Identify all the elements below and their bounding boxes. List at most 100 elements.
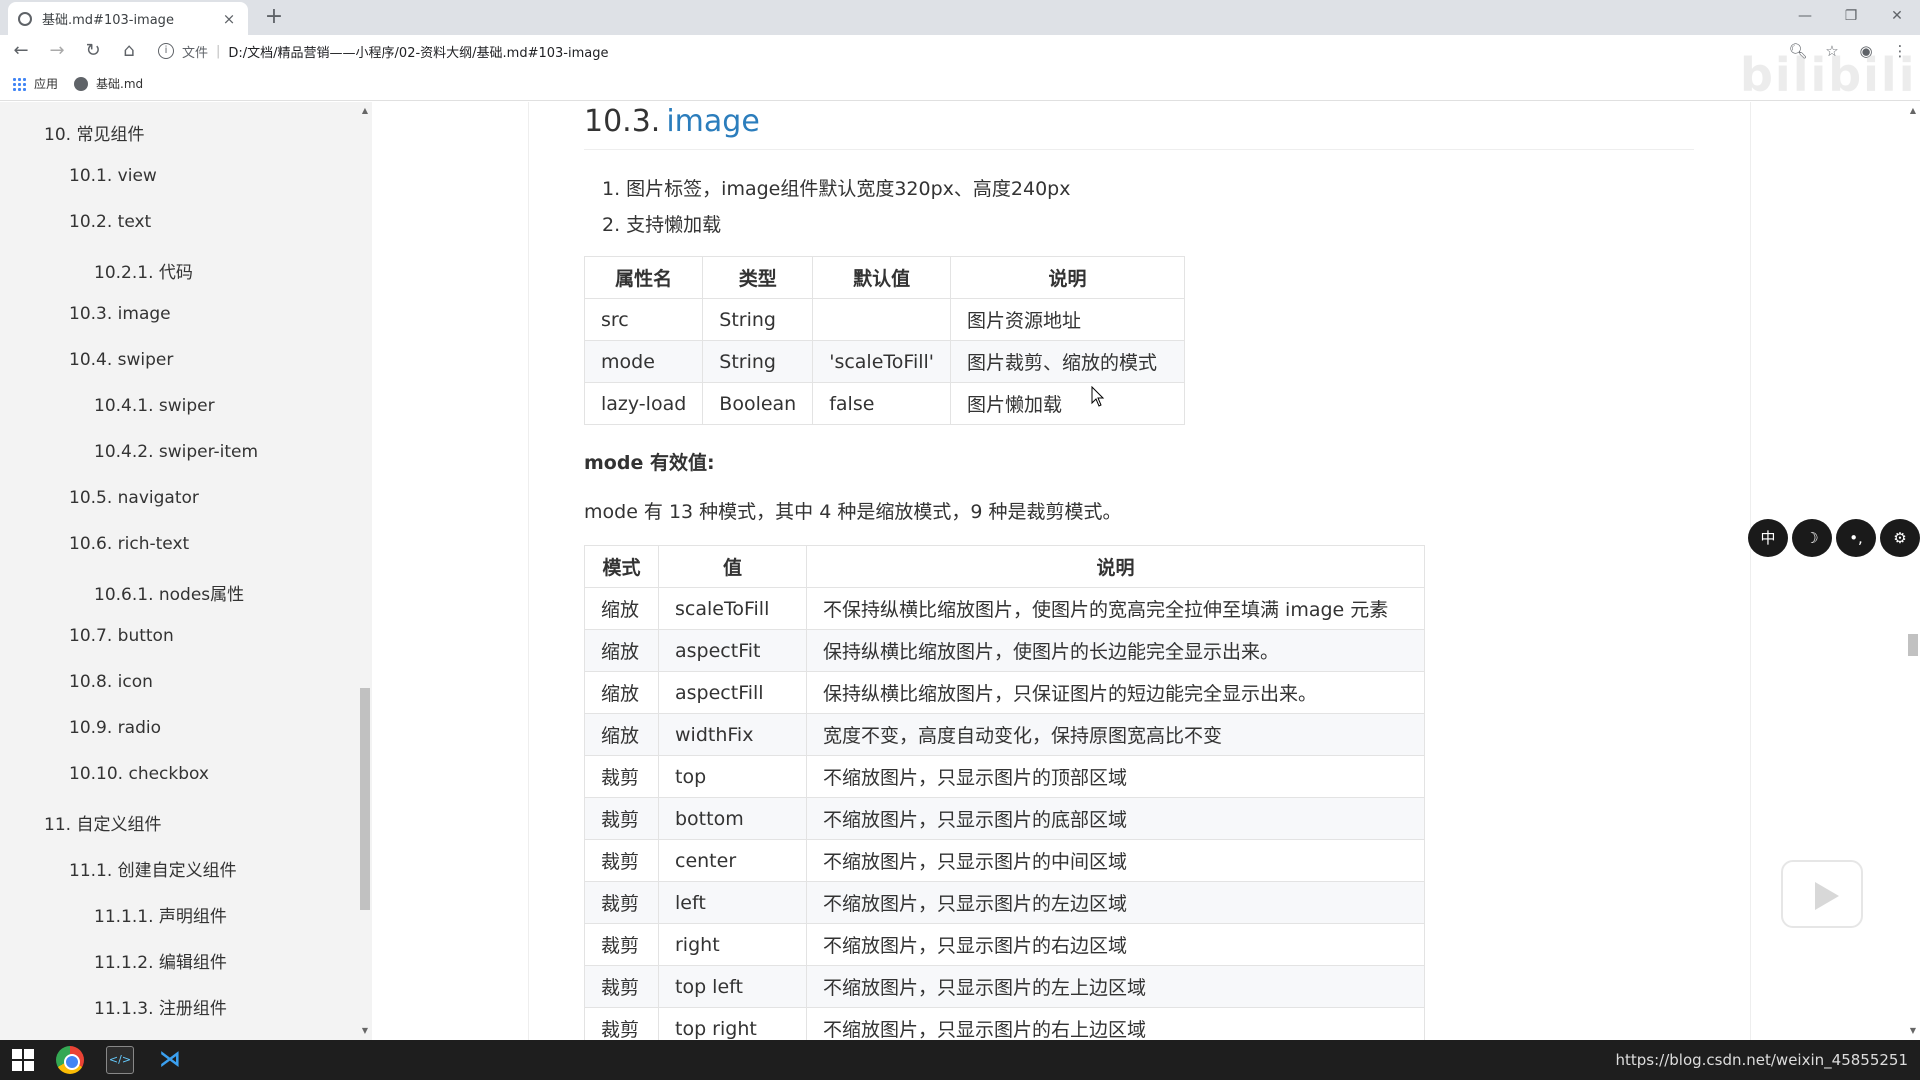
section-heading: 10.3. image <box>584 104 1694 150</box>
bookmark-label: 基础.md <box>96 77 144 91</box>
sidebar-scrollbar[interactable]: ▲ ▼ <box>358 102 372 1040</box>
scroll-down-icon[interactable]: ▼ <box>358 1026 372 1035</box>
toc-item[interactable]: 10.6. rich-text <box>69 534 189 554</box>
table-cell: 裁剪 <box>584 755 659 798</box>
toc-item[interactable]: 10.4. swiper <box>69 350 173 370</box>
table-header: 值 <box>658 545 807 588</box>
toc-item[interactable]: 10.10. checkbox <box>69 764 209 784</box>
mode-title: mode 有效值: <box>584 452 715 474</box>
blog-url-watermark: https://blog.csdn.net/weixin_45855251 <box>1615 1051 1908 1069</box>
toc-item[interactable]: 11. 自定义组件 <box>44 810 161 835</box>
home-icon[interactable]: ⌂ <box>114 37 144 65</box>
table-cell: aspectFit <box>658 629 807 672</box>
toc-item[interactable]: 11.1. 创建自定义组件 <box>69 856 237 881</box>
browser-tab[interactable]: 基础.md#103-image × <box>8 2 248 35</box>
table-cell: center <box>658 839 807 882</box>
globe-icon <box>18 11 32 26</box>
table-cell: 缩放 <box>584 713 659 756</box>
list-item: 1. 图片标签，image组件默认宽度320px、高度240px <box>602 178 1071 200</box>
back-icon[interactable]: ← <box>6 37 36 65</box>
vscode-taskbar-icon[interactable]: ⋊ <box>156 1046 184 1074</box>
table-cell: 缩放 <box>584 587 659 630</box>
reload-icon[interactable]: ↻ <box>78 37 108 65</box>
toc-item[interactable]: 10.2. text <box>69 212 151 232</box>
table-cell: 保持纵横比缩放图片，只保证图片的短边能完全显示出来。 <box>806 671 1425 714</box>
table-row: 缩放 aspectFill 保持纵横比缩放图片，只保证图片的短边能完全显示出来。 <box>584 671 1425 714</box>
bookmark-apps[interactable]: 应用 <box>12 75 58 92</box>
table-row: 裁剪 center 不缩放图片，只显示图片的中间区域 <box>584 839 1425 882</box>
dots-icon[interactable]: •, <box>1836 519 1876 557</box>
document-scrollbar[interactable]: ▲ ▼ <box>1906 102 1920 1040</box>
table-cell: 不缩放图片，只显示图片的顶部区域 <box>806 755 1425 798</box>
table-cell: 不缩放图片，只显示图片的中间区域 <box>806 839 1425 882</box>
apps-grid-icon <box>12 76 26 91</box>
table-cell: false <box>812 382 952 425</box>
video-watermark-logo: bilibili <box>1740 48 1917 102</box>
toc-item[interactable]: 11.1.1. 声明组件 <box>94 902 227 927</box>
address-bar[interactable]: i 文件 | D:/文档/精品营销——小程序/02-资料大纲/基础.md#103… <box>158 38 1748 64</box>
document-scroll-thumb[interactable] <box>1908 634 1918 656</box>
heading-link[interactable]: image <box>666 104 759 139</box>
toc-item[interactable]: 10.9. radio <box>69 718 161 738</box>
table-row: 裁剪 bottom 不缩放图片，只显示图片的底部区域 <box>584 797 1425 840</box>
toc-item[interactable]: 11.1.3. 注册组件 <box>94 994 227 1019</box>
mouse-cursor-icon <box>1091 386 1105 407</box>
table-row: src String 图片资源地址 <box>583 298 1186 341</box>
table-header: 说明 <box>950 256 1186 299</box>
minimize-icon[interactable]: — <box>1790 4 1820 28</box>
forward-icon[interactable]: → <box>42 37 72 65</box>
table-cell: right <box>658 923 807 966</box>
table-header: 属性名 <box>583 256 704 299</box>
toc-item[interactable]: 10.5. navigator <box>69 488 199 508</box>
devtools-taskbar-icon[interactable]: </> <box>106 1046 134 1074</box>
table-cell: top left <box>658 965 807 1008</box>
toc-item[interactable]: 10. 常见组件 <box>44 120 144 145</box>
settings-icon[interactable]: ⚙ <box>1880 519 1920 557</box>
toc-item[interactable]: 11.1.2. 编辑组件 <box>94 948 227 973</box>
toc-item[interactable]: 10.2.1. 代码 <box>94 258 193 283</box>
table-header: 模式 <box>584 545 659 588</box>
table-cell: left <box>658 881 807 924</box>
moon-icon[interactable]: ☽ <box>1792 519 1832 557</box>
scroll-up-icon[interactable]: ▲ <box>358 106 372 115</box>
bookmark-label: 应用 <box>34 77 59 91</box>
table-cell: mode <box>583 340 704 383</box>
toc-item[interactable]: 10.4.2. swiper-item <box>94 442 258 462</box>
chrome-taskbar-icon[interactable] <box>56 1046 84 1074</box>
toc-item[interactable]: 10.7. button <box>69 626 174 646</box>
scroll-up-icon[interactable]: ▲ <box>1906 106 1920 115</box>
tab-close-icon[interactable]: × <box>220 10 238 28</box>
table-cell: aspectFill <box>658 671 807 714</box>
play-widget[interactable] <box>1781 860 1863 928</box>
table-cell: bottom <box>658 797 807 840</box>
table-row: 缩放 widthFix 宽度不变，高度自动变化，保持原图宽高比不变 <box>584 713 1425 756</box>
toc-item[interactable]: 10.3. image <box>69 304 171 324</box>
close-window-icon[interactable]: ✕ <box>1882 4 1912 28</box>
chinese-toggle-button[interactable]: 中 <box>1748 519 1788 557</box>
table-cell: String <box>702 298 814 341</box>
table-row: 裁剪 top 不缩放图片，只显示图片的顶部区域 <box>584 755 1425 798</box>
windows-start-icon[interactable] <box>12 1049 34 1071</box>
floating-button-group: 中 ☽ •, ⚙ <box>1748 519 1920 557</box>
table-cell: String <box>702 340 814 383</box>
bookmark-file[interactable]: 基础.md <box>74 75 143 92</box>
table-cell: 裁剪 <box>584 797 659 840</box>
table-row: mode String 'scaleToFill' 图片裁剪、缩放的模式 <box>583 340 1186 383</box>
table-cell: 缩放 <box>584 671 659 714</box>
table-cell: 宽度不变，高度自动变化，保持原图宽高比不变 <box>806 713 1425 756</box>
toc-item[interactable]: 10.4.1. swiper <box>94 396 215 416</box>
new-tab-button[interactable]: + <box>262 4 286 30</box>
table-cell: lazy-load <box>583 382 704 425</box>
table-row: 缩放 scaleToFill 不保持纵横比缩放图片，使图片的宽高完全拉伸至填满 im… <box>584 587 1425 630</box>
toc-item[interactable]: 10.1. view <box>69 166 157 186</box>
scroll-down-icon[interactable]: ▼ <box>1906 1026 1920 1035</box>
toc-item[interactable]: 10.8. icon <box>69 672 153 692</box>
table-cell: 'scaleToFill' <box>812 340 952 383</box>
info-icon[interactable]: i <box>158 43 174 59</box>
table-cell: 图片资源地址 <box>950 298 1186 341</box>
address-url[interactable]: D:/文档/精品营销——小程序/02-资料大纲/基础.md#103-image <box>228 42 608 61</box>
mode-description: mode 有 13 种模式，其中 4 种是缩放模式，9 种是裁剪模式。 <box>584 501 1122 523</box>
restore-icon[interactable]: ❐ <box>1836 4 1866 28</box>
toc-item[interactable]: 10.6.1. nodes属性 <box>94 580 244 605</box>
sidebar-scroll-thumb[interactable] <box>360 688 370 910</box>
